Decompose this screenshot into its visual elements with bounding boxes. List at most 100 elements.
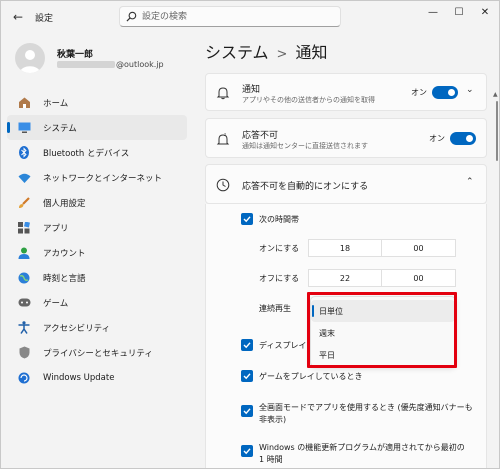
repeat-label: 連続再生 <box>259 304 291 313</box>
chevron-down-icon[interactable]: ⌄ <box>466 85 474 95</box>
account-icon <box>17 246 31 260</box>
sidebar-item-personalization[interactable]: 個人用設定 <box>7 190 187 215</box>
repeat-option-daily[interactable]: 日単位 <box>311 300 455 322</box>
close-button[interactable]: ✕ <box>473 5 497 21</box>
sidebar-item-label: ネットワークとインターネット <box>43 173 163 184</box>
sidebar-item-bluetooth[interactable]: Bluetooth とデバイス <box>7 140 187 165</box>
chevron-up-icon[interactable]: ⌃ <box>466 177 474 187</box>
sleep-bell-icon: z <box>216 132 230 145</box>
on-hour-field[interactable]: 18 <box>308 239 382 257</box>
shield-icon <box>17 346 31 360</box>
sidebar-item-label: 時刻と言語 <box>43 273 86 284</box>
sidebar-item-apps[interactable]: アプリ <box>7 215 187 240</box>
off-hour-field[interactable]: 22 <box>308 269 382 287</box>
on-time-label: オンにする <box>259 244 300 253</box>
notifications-toggle-label: オン <box>411 88 427 97</box>
network-icon <box>17 171 31 185</box>
apps-icon <box>17 221 31 235</box>
auto-dnd-header[interactable]: 応答不可を自動的にオンにする ⌃ <box>205 164 487 204</box>
checkmark-icon <box>243 216 251 223</box>
accessibility-icon <box>17 321 31 335</box>
repeat-dropdown[interactable]: 日単位 週末 平日 <box>310 296 456 367</box>
checkmark-icon <box>243 448 251 455</box>
checkmark-icon <box>243 342 251 349</box>
notifications-toggle[interactable] <box>432 86 458 99</box>
notifications-card[interactable]: 通知 アプリやその他の送信者からの通知を取得 オン ⌄ <box>205 73 487 111</box>
sidebar-item-network[interactable]: ネットワークとインターネット <box>7 165 187 190</box>
notifications-desc: アプリやその他の送信者からの通知を取得 <box>242 96 375 104</box>
dnd-title: 応答不可 <box>242 131 279 141</box>
avatar-person-icon <box>20 50 40 73</box>
system-icon <box>17 121 31 135</box>
sidebar-item-gaming[interactable]: ゲーム <box>7 290 187 315</box>
brush-icon <box>17 196 31 210</box>
sidebar-item-label: アクセシビリティ <box>43 323 111 334</box>
sidebar-item-label: アプリ <box>43 223 69 234</box>
back-button[interactable]: ← <box>9 9 27 25</box>
sidebar-item-label: システム <box>43 123 77 134</box>
user-name: 秋葉一郎 <box>57 50 94 60</box>
checkmark-icon <box>243 408 251 415</box>
option-checkbox-display[interactable] <box>241 339 253 351</box>
option-label-fullscreen: 全画面モードでアプリを使用するとき (優先度通知バナーも <box>259 403 473 412</box>
sidebar-item-label: ゲーム <box>43 298 69 309</box>
sidebar-item-home[interactable]: ホーム <box>7 90 187 115</box>
sidebar-item-label: Windows Update <box>43 372 115 383</box>
breadcrumb: システム > 通知 <box>205 39 327 63</box>
repeat-option-weekdays[interactable]: 平日 <box>311 344 455 366</box>
auto-dnd-title: 応答不可を自動的にオンにする <box>242 182 369 192</box>
breadcrumb-parent[interactable]: システム <box>205 43 269 62</box>
breadcrumb-separator-icon: > <box>276 47 288 62</box>
user-email-suffix: @outlook.jp <box>116 60 164 69</box>
search-icon <box>126 11 137 22</box>
repeat-option-weekend[interactable]: 週末 <box>311 322 455 344</box>
user-email: @outlook.jp <box>57 60 164 69</box>
sidebar-item-label: ホーム <box>43 98 69 109</box>
bell-icon <box>216 87 230 100</box>
sidebar-item-time-language[interactable]: 時刻と言語 <box>7 265 187 290</box>
option-checkbox-feature-update[interactable] <box>241 445 253 457</box>
gamepad-icon <box>17 296 31 310</box>
dnd-toggle-label: オン <box>429 134 445 143</box>
settings-window: ← 設定 — ☐ ✕ 秋葉一郎 @outlook.jp ホーム <box>0 0 500 469</box>
svg-text:z: z <box>224 132 226 137</box>
search-input[interactable] <box>142 9 332 24</box>
sidebar-item-privacy-security[interactable]: プライバシーとセキュリティ <box>7 340 187 365</box>
dnd-card: z 応答不可 通知は通知センターに直接送信されます オン <box>205 118 487 158</box>
option-label-feature-update-line2: 1 時間 <box>259 455 283 464</box>
sidebar-item-windows-update[interactable]: Windows Update <box>7 365 187 390</box>
checkmark-icon <box>243 373 251 380</box>
bluetooth-icon <box>17 146 31 160</box>
off-minute-field[interactable]: 00 <box>382 269 456 287</box>
sidebar-item-label: 個人用設定 <box>43 198 86 209</box>
sidebar-item-label: プライバシーとセキュリティ <box>43 348 153 359</box>
option-label-fullscreen-line2: 非表示) <box>259 415 287 424</box>
search-box[interactable] <box>119 6 341 27</box>
sidebar-item-accounts[interactable]: アカウント <box>7 240 187 265</box>
minimize-button[interactable]: — <box>421 5 445 21</box>
sidebar-item-accessibility[interactable]: アクセシビリティ <box>7 315 187 340</box>
notifications-title: 通知 <box>242 85 261 95</box>
time-window-checkbox[interactable] <box>241 213 253 225</box>
app-title: 設定 <box>35 14 54 24</box>
scrollbar[interactable] <box>496 101 498 161</box>
sidebar-item-system[interactable]: システム <box>7 115 187 140</box>
page-title: 通知 <box>295 43 328 62</box>
option-checkbox-fullscreen[interactable] <box>241 405 253 417</box>
avatar[interactable] <box>15 43 45 73</box>
email-redaction <box>57 61 115 68</box>
sidebar-item-label: アカウント <box>43 248 86 259</box>
option-label-feature-update: Windows の機能更新プログラムが適用されてから最初の <box>259 443 465 452</box>
home-icon <box>17 96 31 110</box>
option-checkbox-gaming[interactable] <box>241 370 253 382</box>
title-bar: ← 設定 — ☐ ✕ <box>1 1 499 33</box>
update-icon <box>17 371 31 385</box>
scroll-up-arrow-icon[interactable]: ▲ <box>493 91 498 98</box>
on-minute-field[interactable]: 00 <box>382 239 456 257</box>
maximize-button[interactable]: ☐ <box>447 5 471 21</box>
time-window-label: 次の時間帯 <box>259 215 299 224</box>
dnd-toggle[interactable] <box>450 132 476 145</box>
sidebar-item-label: Bluetooth とデバイス <box>43 148 130 159</box>
off-time-label: オフにする <box>259 274 300 283</box>
clock-icon <box>216 178 230 192</box>
